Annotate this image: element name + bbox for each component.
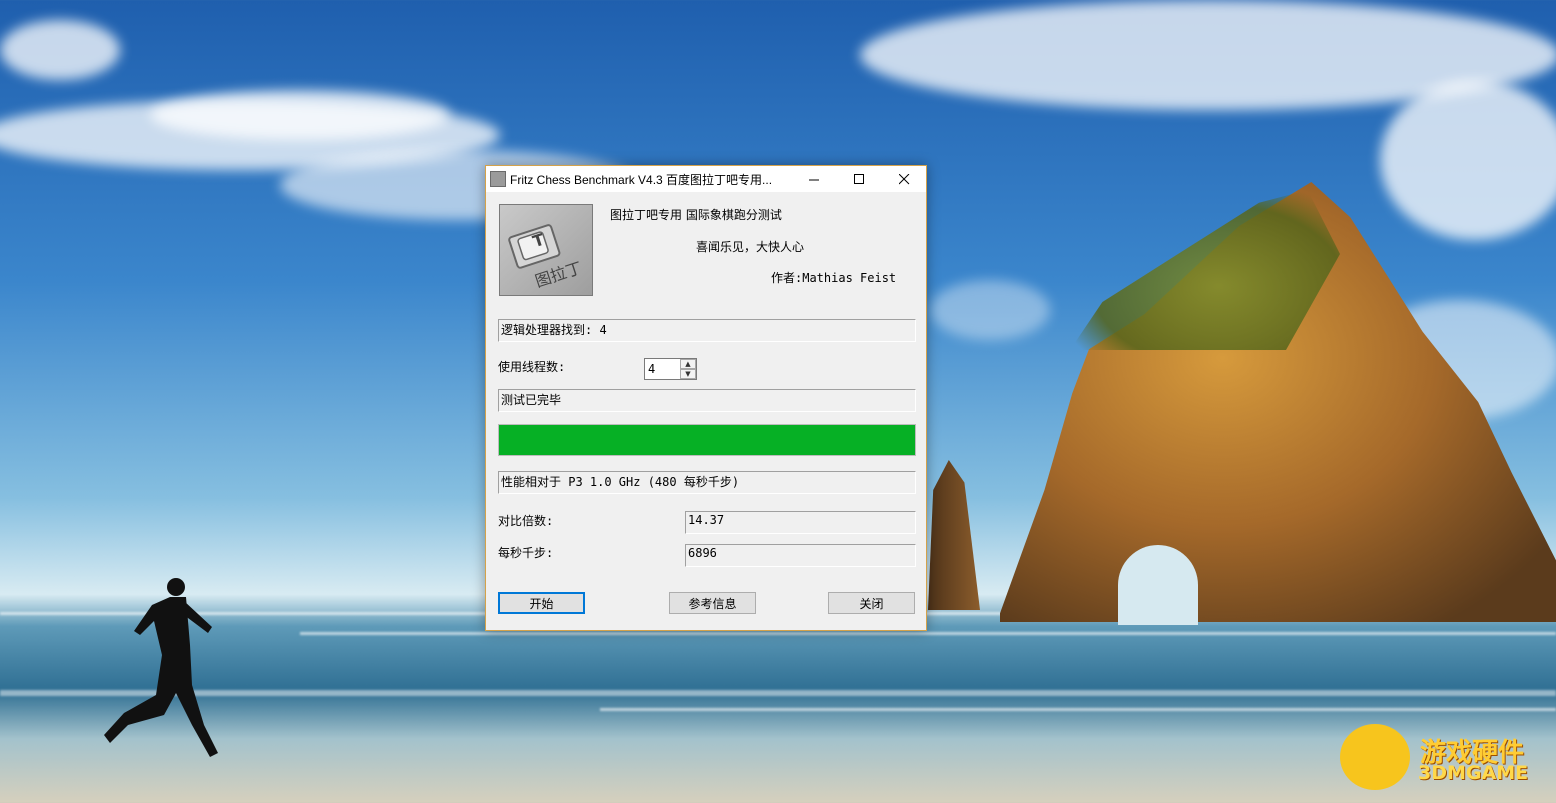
threads-stepper[interactable]: 4 ▲ ▼ — [644, 358, 697, 380]
decrement-arrow-icon[interactable]: ▼ — [680, 369, 696, 379]
3dmgame-watermark: 游戏硬件 3DMGAME — [1340, 722, 1540, 792]
minimize-button[interactable] — [791, 166, 837, 192]
progress-fill — [499, 425, 915, 455]
window-title: Fritz Chess Benchmark V4.3 百度图拉丁吧专用... — [510, 171, 772, 188]
close-icon — [899, 174, 910, 185]
ratio-field: 14.37 — [685, 511, 916, 534]
reference-info-button[interactable]: 参考信息 — [669, 592, 756, 614]
tulading-logo: T 图拉丁 — [499, 204, 593, 296]
kps-label: 每秒千步: — [498, 544, 553, 561]
cloud — [930, 280, 1050, 340]
increment-arrow-icon[interactable]: ▲ — [680, 359, 696, 369]
benchmark-window: Fritz Chess Benchmark V4.3 百度图拉丁吧专用... T… — [485, 165, 927, 631]
wave — [300, 632, 1556, 635]
wave — [600, 708, 1556, 711]
threads-label: 使用线程数: — [498, 358, 565, 375]
close-button[interactable]: 关闭 — [828, 592, 915, 614]
cloud — [1380, 80, 1556, 240]
kps-field: 6896 — [685, 544, 916, 567]
close-window-button[interactable] — [881, 166, 927, 192]
duck-mascot-icon — [1340, 724, 1410, 790]
minimize-icon — [809, 174, 820, 185]
small-rock — [928, 460, 980, 610]
ratio-label: 对比倍数: — [498, 512, 553, 529]
app-icon — [490, 171, 506, 187]
desktop: { "window": { "title": "Fritz Chess Benc… — [0, 0, 1556, 803]
threads-value[interactable]: 4 — [648, 362, 655, 376]
cloud — [150, 90, 450, 140]
header-line1: 图拉丁吧专用 国际象棋跑分测试 — [610, 206, 782, 223]
title-bar[interactable]: Fritz Chess Benchmark V4.3 百度图拉丁吧专用... — [486, 166, 926, 192]
runner-silhouette — [100, 575, 240, 765]
start-button[interactable]: 开始 — [498, 592, 585, 614]
progress-bar — [498, 424, 916, 456]
maximize-icon — [854, 174, 865, 185]
author-label: 作者:Mathias Feist — [771, 269, 896, 286]
processors-field: 逻辑处理器找到: 4 — [498, 319, 916, 342]
header-line2: 喜闻乐见，大快人心 — [696, 238, 804, 255]
rock-vegetation — [1070, 190, 1340, 350]
rock-arch — [1118, 545, 1198, 625]
reference-field: 性能相对于 P3 1.0 GHz (480 每秒千步) — [498, 471, 916, 494]
cloud — [0, 20, 120, 80]
status-field: 测试已完毕 — [498, 389, 916, 412]
maximize-button[interactable] — [836, 166, 882, 192]
watermark-line2: 3DMGAME — [1418, 762, 1528, 784]
